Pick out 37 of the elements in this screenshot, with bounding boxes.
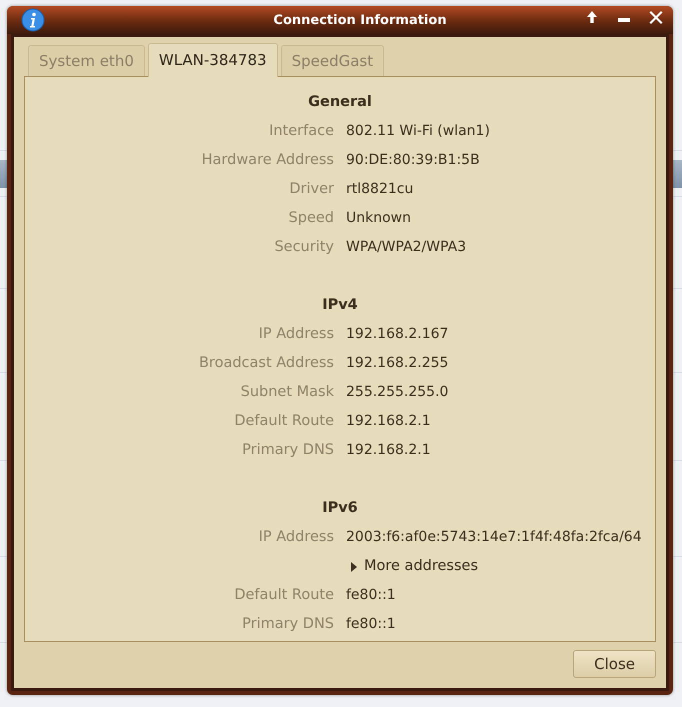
field-label: Speed xyxy=(288,209,334,228)
field-value: 255.255.255.0 xyxy=(346,383,450,402)
field-value: 90:DE:80:39:B1:5B xyxy=(346,151,481,170)
field-label: IP Address xyxy=(258,528,334,547)
field-value: 192.168.2.167 xyxy=(346,325,450,344)
field-value: WPA/WPA2/WPA3 xyxy=(346,238,468,257)
field-label: Default Route xyxy=(233,412,334,431)
field-value: rtl8821cu xyxy=(346,180,414,199)
field-label: Hardware Address xyxy=(200,151,334,170)
field-value: fe80::1 xyxy=(346,615,397,634)
field-label: Primary DNS xyxy=(241,441,334,460)
field-label: Default Route xyxy=(233,586,334,605)
info-icon xyxy=(21,8,45,32)
field-label: IP Address xyxy=(258,325,334,344)
expander-label[interactable]: More addresses xyxy=(364,552,478,581)
field-value: 192.168.2.1 xyxy=(346,441,432,460)
section-heading: General xyxy=(307,93,373,112)
field-label: Broadcast Address xyxy=(198,354,334,373)
field-label: Security xyxy=(273,238,334,257)
window-title: Connection Information xyxy=(272,12,448,28)
caret-right-icon[interactable] xyxy=(350,562,358,572)
close-button[interactable]: Close xyxy=(573,650,656,678)
field-value: 192.168.2.255 xyxy=(346,354,450,373)
section-heading: IPv4 xyxy=(321,296,359,315)
arrow-up-icon[interactable] xyxy=(585,10,599,24)
tab[interactable]: WLAN-384783 xyxy=(148,43,278,77)
field-value: 2003:f6:af0e:5743:14e7:1f4f:48fa:2fca/64 xyxy=(346,528,643,547)
field-label: Driver xyxy=(288,180,334,199)
field-label: Interface xyxy=(268,122,334,141)
field-value: fe80::1 xyxy=(346,586,397,605)
section-heading: IPv6 xyxy=(321,499,359,518)
field-label: Primary DNS xyxy=(241,615,334,634)
field-label: Subnet Mask xyxy=(240,383,334,402)
field-value: Unknown xyxy=(346,209,412,228)
field-value: 192.168.2.1 xyxy=(346,412,432,431)
close-icon[interactable] xyxy=(649,10,663,24)
field-value: 802.11 Wi-Fi (wlan1) xyxy=(346,122,491,141)
